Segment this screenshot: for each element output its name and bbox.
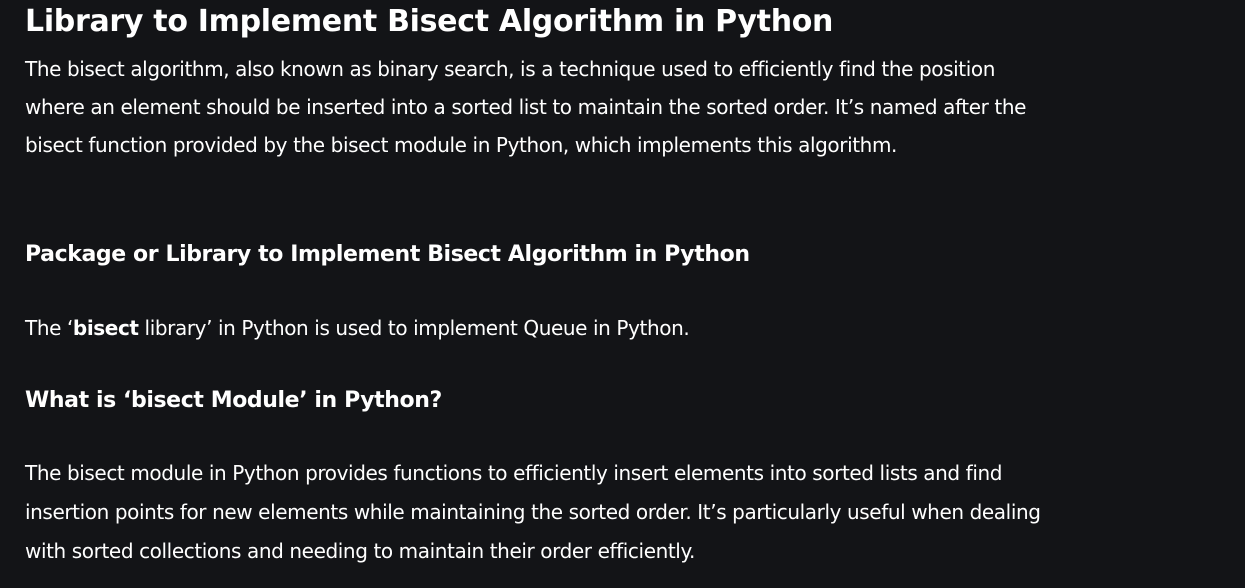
section-heading-module: What is ‘bisect Module’ in Python?	[25, 388, 442, 413]
library-prefix: The ‘	[25, 316, 73, 340]
page-title: Library to Implement Bisect Algorithm in…	[25, 4, 834, 39]
library-suffix: library’ in Python is used to implement …	[138, 316, 690, 340]
library-paragraph: The ‘bisect library’ in Python is used t…	[25, 313, 690, 343]
library-name: bisect	[72, 316, 139, 340]
article-content: Library to Implement Bisect Algorithm in…	[0, 0, 1245, 588]
intro-paragraph: The bisect algorithm, also known as bina…	[25, 57, 1027, 157]
section-heading-package: Package or Library to Implement Bisect A…	[25, 242, 750, 267]
module-description-paragraph: The bisect module in Python provides fun…	[25, 461, 1041, 563]
